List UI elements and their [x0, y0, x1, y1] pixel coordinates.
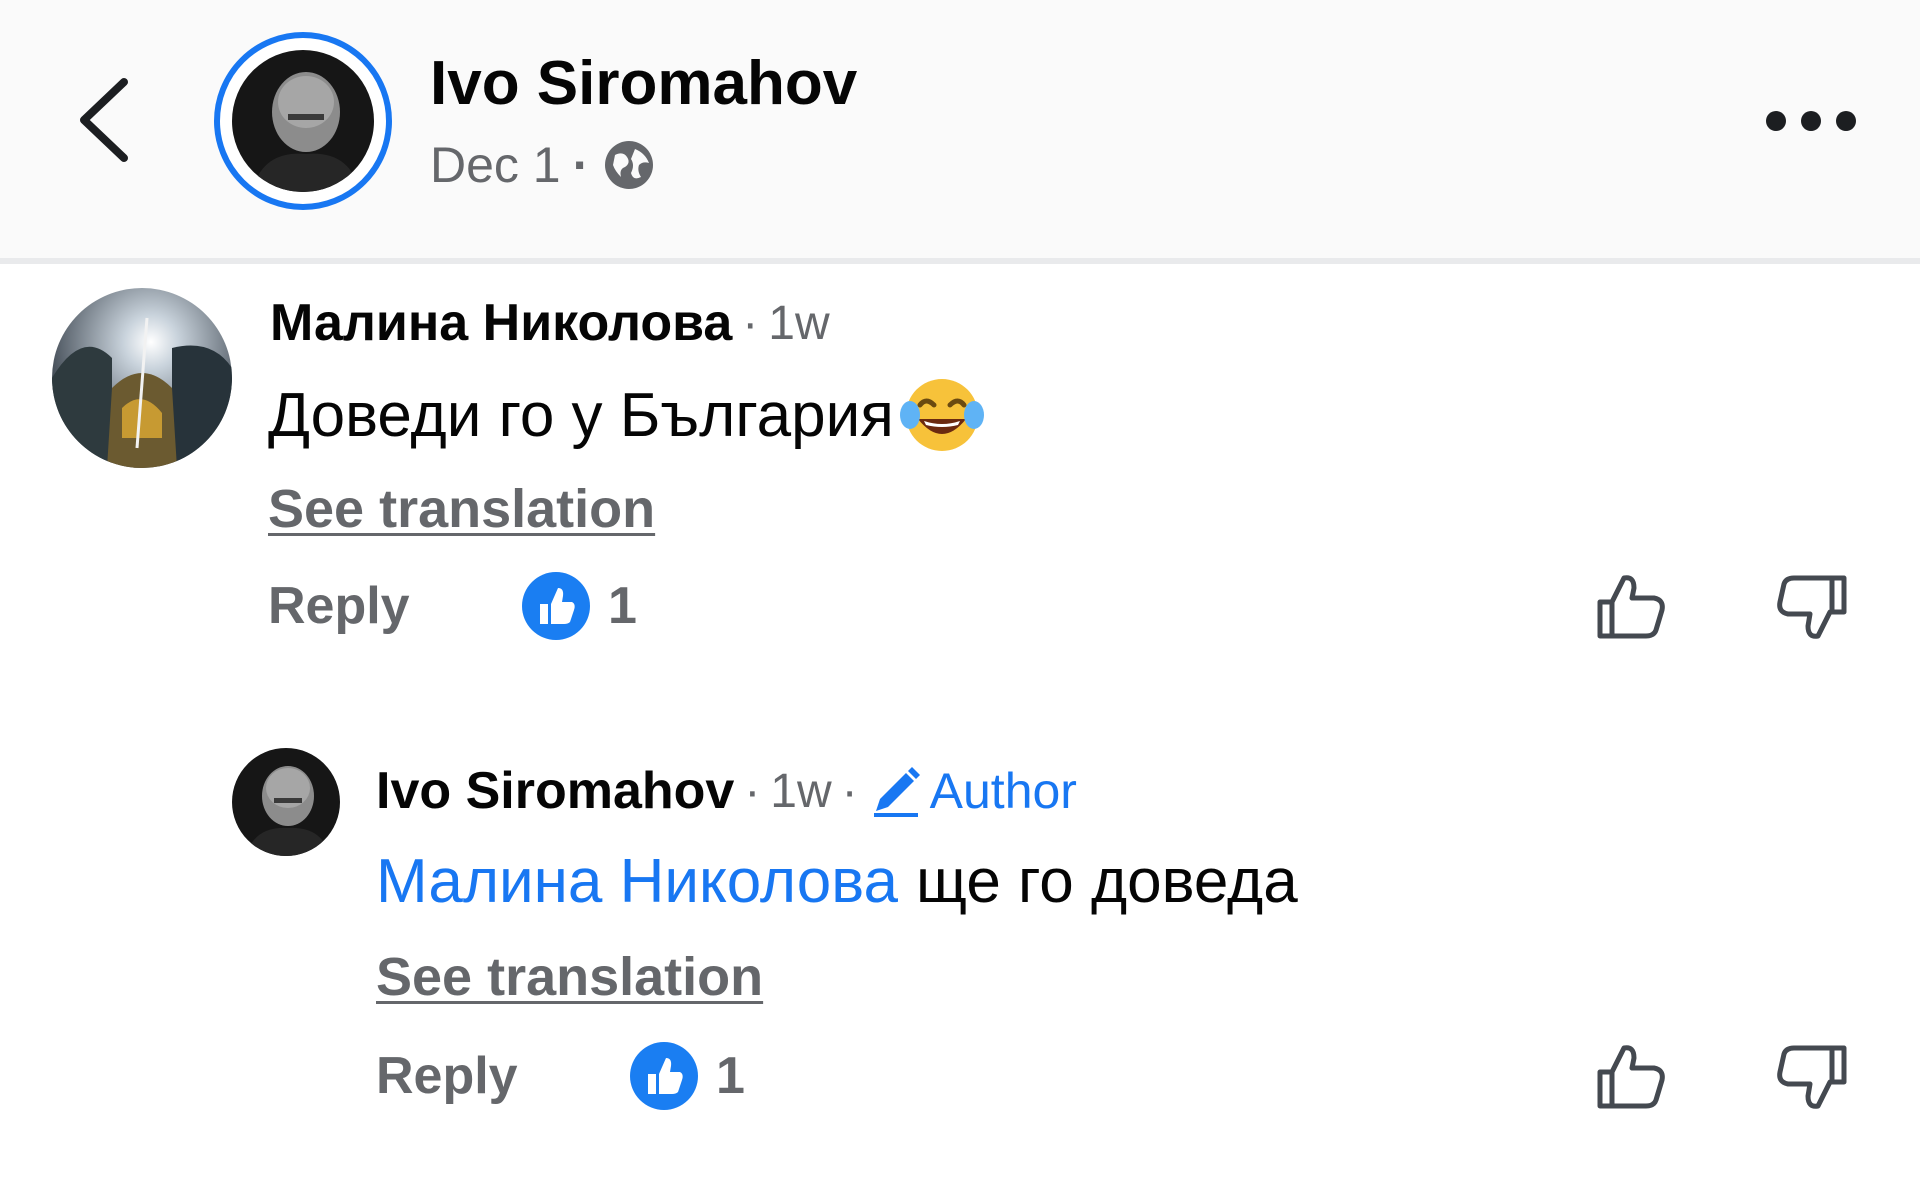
- back-chevron-icon[interactable]: [62, 70, 142, 170]
- more-options-icon[interactable]: [1766, 108, 1856, 134]
- comment-timestamp[interactable]: 1w: [768, 296, 829, 351]
- post-author-name[interactable]: Ivo Siromahov: [430, 48, 857, 119]
- comment-header: Малина Николова · 1w: [270, 288, 830, 358]
- comment-body: Доведи го у България: [268, 380, 894, 450]
- reply-button[interactable]: Reply: [376, 1046, 518, 1106]
- reaction-summary[interactable]: 1: [520, 570, 637, 642]
- author-badge-label: Author: [929, 763, 1077, 819]
- downvote-thumbs-down-icon[interactable]: [1774, 568, 1852, 646]
- like-reaction-icon: [630, 1042, 698, 1110]
- reply-header: Ivo Siromahov · 1w · Author: [376, 756, 1077, 826]
- downvote-thumbs-down-icon[interactable]: [1774, 1038, 1852, 1116]
- pencil-icon: [873, 767, 920, 817]
- like-count: 1: [716, 1047, 745, 1105]
- reply-body: ще го доведа: [916, 846, 1298, 916]
- reply-text: Малина Николова ще го доведа: [376, 838, 1298, 924]
- like-count: 1: [608, 577, 637, 635]
- see-translation-link[interactable]: See translation: [268, 478, 655, 540]
- author-avatar: [232, 50, 374, 192]
- reaction-summary[interactable]: 1: [628, 1040, 745, 1112]
- meta-separator: ·: [742, 296, 759, 350]
- author-avatar-story-ring[interactable]: [214, 32, 392, 210]
- reply-author-avatar[interactable]: [232, 748, 340, 856]
- meta-separator: ·: [744, 764, 761, 818]
- reply-button[interactable]: Reply: [268, 576, 410, 636]
- meta-separator: ·: [572, 137, 590, 193]
- author-badge: Author: [868, 762, 1077, 820]
- meta-separator: ·: [841, 764, 858, 818]
- comment-text: Доведи го у България: [268, 370, 986, 460]
- commenter-avatar[interactable]: [52, 288, 232, 468]
- like-reaction-icon: [522, 572, 590, 640]
- mention-link[interactable]: Малина Николова: [376, 846, 898, 917]
- post-meta: Dec 1 ·: [430, 134, 657, 196]
- tears-of-joy-emoji-icon: [899, 379, 984, 451]
- comment-thread-screen: Ivo Siromahov Dec 1 · Малина Николова · …: [0, 0, 1920, 1184]
- upvote-thumbs-up-icon[interactable]: [1592, 568, 1670, 646]
- commenter-name[interactable]: Малина Николова: [270, 293, 732, 353]
- upvote-thumbs-up-icon[interactable]: [1592, 1038, 1670, 1116]
- post-date[interactable]: Dec 1: [430, 136, 561, 194]
- reply-author-name[interactable]: Ivo Siromahov: [376, 761, 734, 821]
- header-divider: [0, 258, 1920, 264]
- post-header: Ivo Siromahov Dec 1 ·: [0, 0, 1920, 262]
- see-translation-link[interactable]: See translation: [376, 946, 763, 1008]
- reply-timestamp[interactable]: 1w: [770, 764, 831, 819]
- globe-icon: [605, 141, 654, 189]
